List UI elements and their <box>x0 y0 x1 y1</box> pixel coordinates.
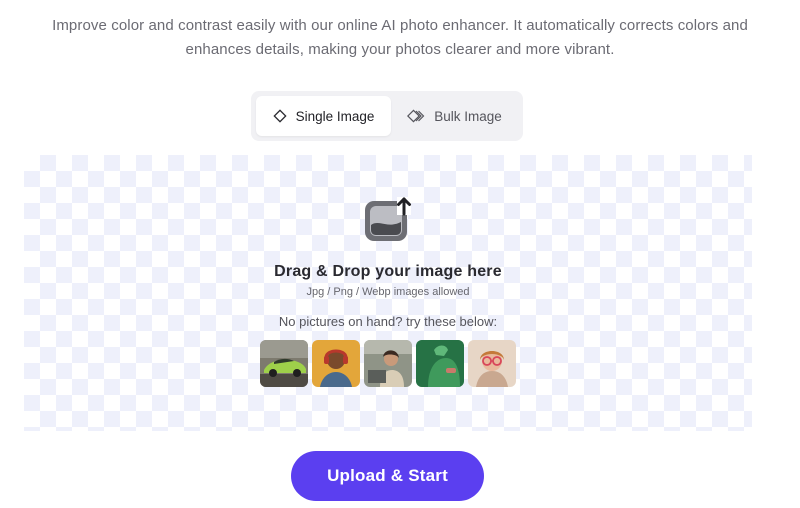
sample-woman-laptop[interactable] <box>364 340 412 387</box>
sample-hint: No pictures on hand? try these below: <box>278 314 498 329</box>
image-dropzone[interactable]: Drag & Drop your image here Jpg / Png / … <box>24 155 752 431</box>
diamond-icon <box>273 109 287 123</box>
page: Improve color and contrast easily with o… <box>0 0 800 508</box>
tab-bulk-image-label: Bulk Image <box>434 108 502 124</box>
dropzone-title: Drag & Drop your image here <box>274 263 502 280</box>
tab-single-image-label: Single Image <box>295 108 375 124</box>
intro-line-1: Improve color and contrast easily with o… <box>52 17 748 34</box>
tab-single-image[interactable]: Single Image <box>256 96 391 136</box>
upload-start-button[interactable]: Upload & Start <box>291 451 484 501</box>
allowed-formats: Jpg / Png / Webp images allowed <box>306 286 470 298</box>
mode-switch: Single Image Bulk Image <box>251 91 523 141</box>
sample-woman-glasses[interactable] <box>468 340 516 387</box>
tab-bulk-image[interactable]: Bulk Image <box>391 96 518 136</box>
intro-line-2: enhances details, making your photos cle… <box>185 41 615 58</box>
sample-images <box>260 340 516 387</box>
layered-diamonds-icon <box>407 109 425 123</box>
image-upload-icon <box>363 195 413 245</box>
sample-green-dress[interactable] <box>416 340 464 387</box>
sample-car[interactable] <box>260 340 308 387</box>
intro-text: Improve color and contrast easily with o… <box>0 14 800 62</box>
sample-man-orange[interactable] <box>312 340 360 387</box>
